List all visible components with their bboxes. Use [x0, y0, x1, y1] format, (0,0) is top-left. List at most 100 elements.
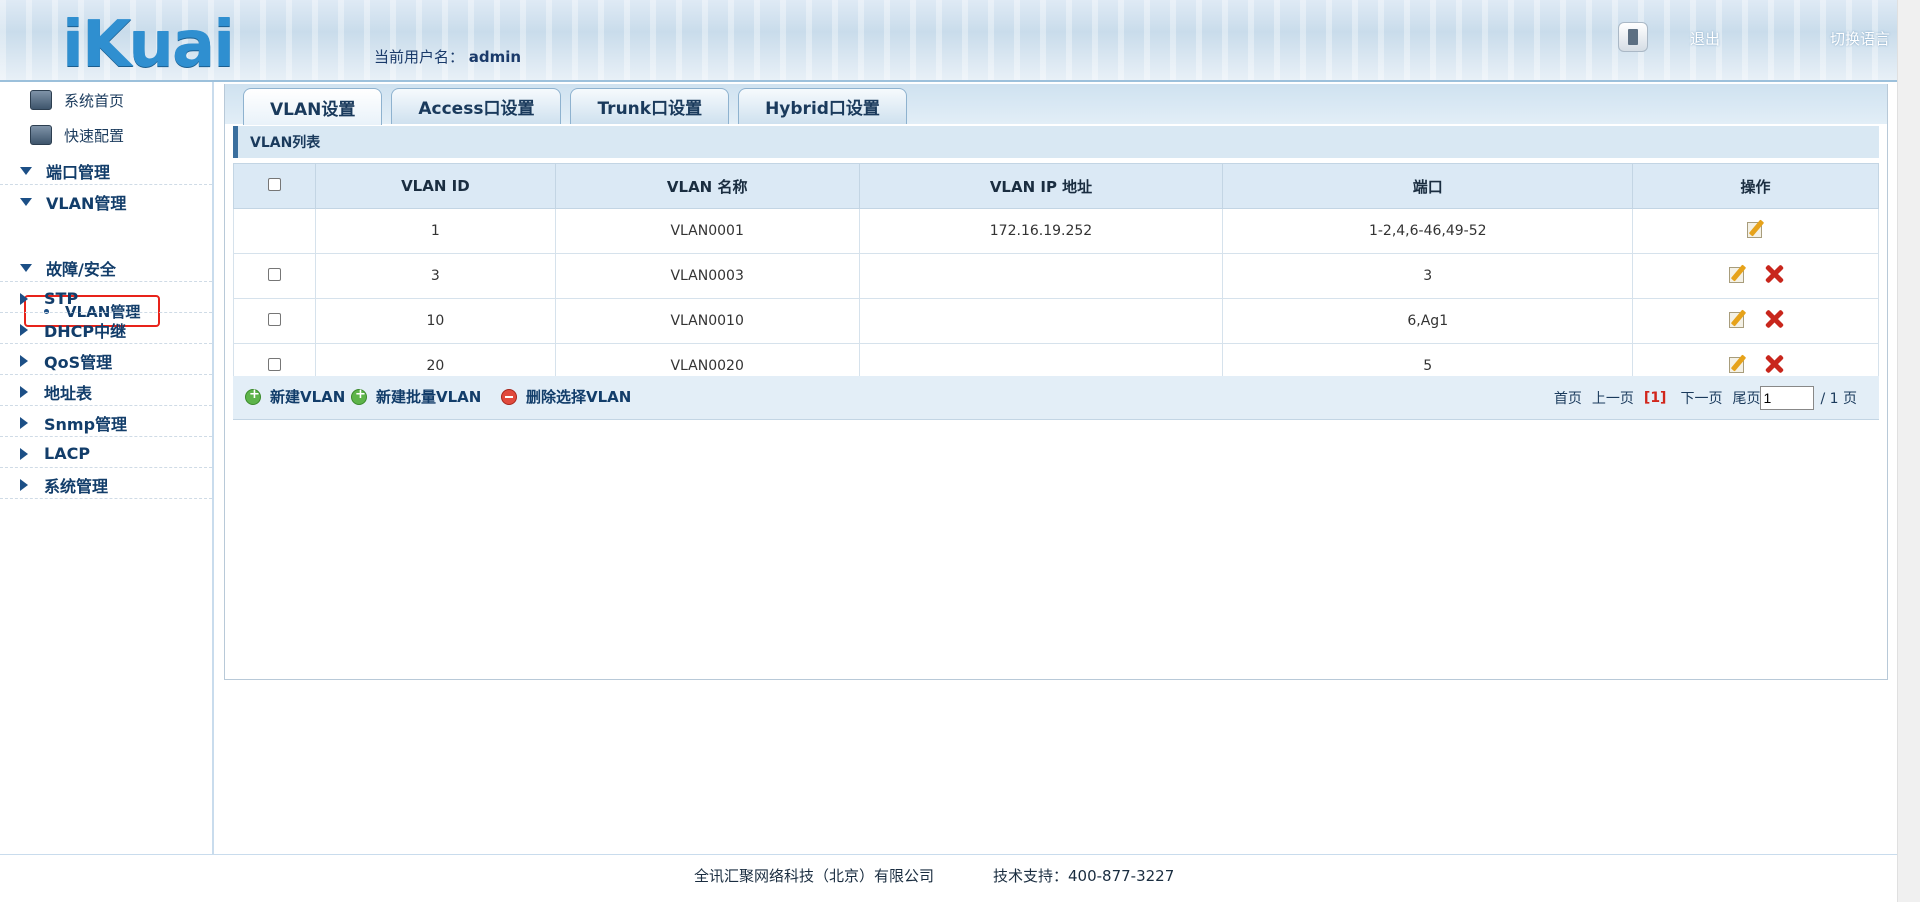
- vlan-ports-cell: 1-2,4,6-46,49-52: [1222, 208, 1634, 254]
- menu-label: 故障/安全: [46, 259, 116, 279]
- table-row: 10 VLAN0010 6,Ag1: [233, 298, 1879, 344]
- table-row: 1 VLAN0001 172.16.19.252 1-2,4,6-46,49-5…: [233, 208, 1879, 254]
- menu-qos[interactable]: QoS管理: [0, 347, 212, 375]
- column-header: VLAN ID: [314, 163, 556, 209]
- first-page-link[interactable]: 首页: [1554, 388, 1582, 408]
- switch-language-link[interactable]: 切换语言: [1830, 28, 1890, 49]
- current-page: [1]: [1643, 390, 1667, 406]
- menu-label: 地址表: [44, 383, 93, 403]
- select-all-checkbox[interactable]: [267, 178, 281, 191]
- current-user: 当前用户名： admin: [374, 46, 521, 67]
- config-icon: [30, 125, 52, 145]
- menu-label: 系统管理: [44, 476, 109, 496]
- expand-right-icon: [20, 354, 28, 367]
- actions-cell: [1632, 253, 1879, 299]
- sidebar-item-label: 系统首页: [64, 91, 125, 110]
- vlan-ip-cell: 172.16.19.252: [858, 208, 1224, 254]
- menu-address-table[interactable]: 地址表: [0, 378, 212, 406]
- delete-icon[interactable]: [1763, 353, 1785, 375]
- menu-dhcp-relay[interactable]: DHCP中继: [0, 316, 212, 344]
- current-username: admin: [468, 48, 522, 66]
- expand-right-icon: [20, 447, 28, 460]
- menu-label: STP: [44, 289, 79, 308]
- add-icon: [245, 387, 261, 405]
- vlan-toolbar: 新建VLAN 新建批量VLAN 删除选择VLAN 首页 上一页 [1] 下一页 …: [233, 376, 1879, 420]
- page-number-input[interactable]: [1760, 386, 1815, 410]
- vlan-ip-cell: [858, 253, 1224, 299]
- menu-vlan-management[interactable]: VLAN管理: [0, 188, 212, 216]
- monitor-icon: [30, 90, 52, 110]
- footer: 全讯汇聚网络科技（北京）有限公司 技术支持：400-877-3227: [0, 854, 1898, 903]
- expand-down-icon: [20, 166, 32, 175]
- sidebar: 系统首页 快速配置 端口管理 VLAN管理 VLAN管理 故障/安全 STP D…: [0, 82, 214, 854]
- menu-label: LACP: [44, 444, 91, 463]
- menu-lacp[interactable]: LACP: [0, 440, 212, 468]
- tab-bar: VLAN设置 Access口设置 Trunk口设置 Hybrid口设置: [243, 88, 916, 125]
- row-checkbox[interactable]: [267, 267, 281, 281]
- column-header: VLAN IP 地址: [858, 163, 1224, 209]
- menu-fault-security[interactable]: 故障/安全: [0, 254, 212, 282]
- vlan-id-cell: 10: [314, 298, 556, 344]
- sidebar-item-label: 快速配置: [64, 126, 125, 145]
- table-header-row: VLAN ID VLAN 名称 VLAN IP 地址 端口 操作: [233, 163, 1879, 209]
- pagination: 首页 上一页 [1] 下一页 尾页 / 1 页: [1544, 386, 1857, 410]
- prev-page-link[interactable]: 上一页: [1592, 388, 1634, 408]
- actions-cell: [1632, 298, 1879, 344]
- vlan-name-cell: VLAN0001: [554, 208, 860, 254]
- row-checkbox[interactable]: [267, 357, 281, 371]
- logout-door-icon[interactable]: [1618, 22, 1648, 52]
- last-page-link[interactable]: 尾页: [1732, 388, 1760, 408]
- menu-stp[interactable]: STP: [0, 285, 212, 313]
- expand-right-icon: [20, 478, 28, 491]
- delete-selected-label: 删除选择VLAN: [526, 388, 632, 406]
- main-content: VLAN设置 Access口设置 Trunk口设置 Hybrid口设置 VLAN…: [214, 82, 1898, 854]
- new-vlan-button[interactable]: 新建VLAN: [245, 386, 345, 407]
- edit-icon[interactable]: [1745, 218, 1767, 240]
- expand-down-icon: [20, 263, 32, 272]
- menu-label: VLAN管理: [46, 194, 127, 213]
- column-header: VLAN 名称: [554, 163, 860, 209]
- menu-port-management[interactable]: 端口管理: [0, 157, 212, 185]
- vlan-table: VLAN ID VLAN 名称 VLAN IP 地址 端口 操作 1 VLAN0…: [233, 163, 1879, 389]
- edit-icon[interactable]: [1727, 353, 1749, 375]
- next-page-link[interactable]: 下一页: [1680, 388, 1722, 408]
- delete-icon[interactable]: [1763, 263, 1785, 285]
- edit-icon[interactable]: [1727, 308, 1749, 330]
- row-checkbox[interactable]: [267, 312, 281, 326]
- app-header: iKuai 当前用户名： admin 退出 切换语言: [0, 0, 1898, 82]
- logout-link[interactable]: 退出: [1690, 28, 1720, 49]
- menu-label: Snmp管理: [44, 414, 128, 434]
- footer-support: 技术支持：400-877-3227: [993, 867, 1175, 885]
- menu-label: DHCP中继: [44, 321, 127, 341]
- vertical-scrollbar[interactable]: [1897, 0, 1920, 902]
- expand-right-icon: [20, 323, 28, 336]
- tab-access-port[interactable]: Access口设置: [391, 88, 562, 124]
- current-user-label: 当前用户名：: [374, 48, 465, 66]
- header-background: [0, 0, 1898, 80]
- tab-trunk-port[interactable]: Trunk口设置: [570, 88, 730, 124]
- vlan-id-cell: 1: [314, 208, 556, 254]
- expand-right-icon: [20, 292, 28, 305]
- footer-company: 全讯汇聚网络科技（北京）有限公司: [694, 867, 935, 885]
- menu-label: QoS管理: [44, 352, 113, 372]
- column-header: 端口: [1222, 163, 1634, 209]
- vlan-ip-cell: [858, 298, 1224, 344]
- delete-icon[interactable]: [1763, 308, 1785, 330]
- batch-new-vlan-button[interactable]: 新建批量VLAN: [351, 386, 481, 407]
- vlan-list-title: VLAN列表: [233, 126, 1879, 158]
- tab-hybrid-port[interactable]: Hybrid口设置: [738, 88, 907, 124]
- delete-selected-vlan-button[interactable]: 删除选择VLAN: [501, 386, 631, 407]
- sidebar-item-quick-config[interactable]: 快速配置: [30, 122, 124, 148]
- total-pages: / 1 页: [1820, 391, 1857, 407]
- menu-snmp[interactable]: Snmp管理: [0, 409, 212, 437]
- actions-cell: [1632, 208, 1879, 254]
- sidebar-item-home[interactable]: 系统首页: [30, 87, 124, 113]
- table-row: 3 VLAN0003 3: [233, 253, 1879, 299]
- expand-down-icon: [20, 198, 32, 206]
- menu-system-management[interactable]: 系统管理: [0, 471, 212, 499]
- vlan-name-cell: VLAN0010: [554, 298, 860, 344]
- tab-vlan-settings[interactable]: VLAN设置: [243, 88, 383, 125]
- select-all-cell: [233, 163, 316, 209]
- remove-icon: [501, 388, 517, 405]
- edit-icon[interactable]: [1727, 263, 1749, 285]
